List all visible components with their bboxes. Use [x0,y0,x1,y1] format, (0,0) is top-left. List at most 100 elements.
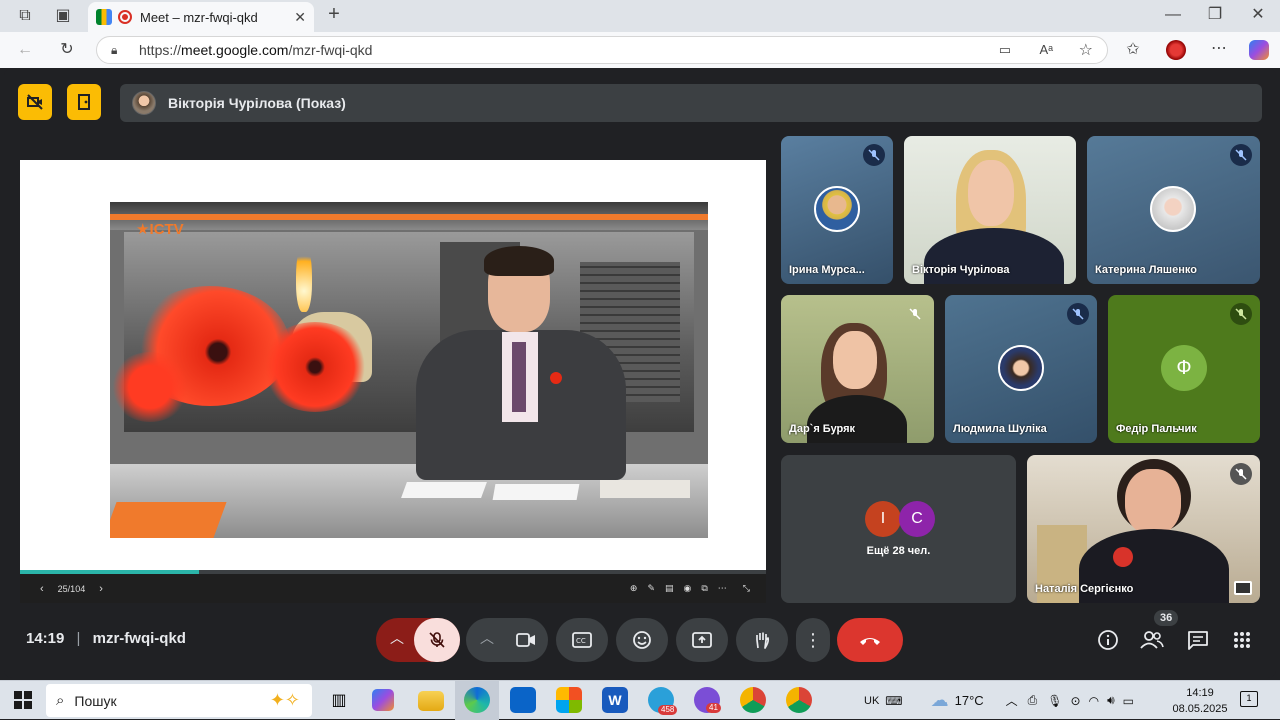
copilot-icon[interactable] [1249,40,1269,60]
read-aloud-icon[interactable]: Aᵃ [1039,42,1053,57]
meet-tray-icon[interactable]: ⎙ [1028,693,1038,708]
more-options-button[interactable]: ⋮ [796,618,830,662]
avatar: C [899,501,935,537]
notifications-button[interactable]: 1 [1240,691,1258,707]
separator: | [76,630,81,647]
tab-actions-icon[interactable]: ▣ [54,8,72,24]
people-button[interactable]: 36 [1140,610,1179,652]
raise-hand-button[interactable] [736,618,788,662]
clock[interactable]: 14:19 08.05.2025 [1172,685,1228,717]
more-people-label: Ещё 28 чел. [866,545,931,557]
audio-icon[interactable]: ◉ [684,583,692,594]
location-icon[interactable]: ⊙ [1071,694,1081,708]
chrome-icon[interactable] [740,687,766,713]
participant-tile[interactable]: Катерина Ляшенко [1087,136,1260,284]
maximize-icon[interactable]: ❐ [1206,7,1224,23]
participant-tile[interactable]: Ф Федір Пальчик [1108,295,1260,443]
camera-site-icon[interactable]: ▭ [999,42,1011,58]
mic-toggle-button[interactable] [414,618,460,662]
keyboard-icon[interactable]: ⌨ [885,694,902,708]
windows-start-icon[interactable] [14,691,32,709]
favorites-icon[interactable]: ✩ [1124,42,1142,58]
activities-button[interactable] [1230,628,1254,652]
more-slide-icon[interactable]: ⋯ [718,583,727,594]
shared-screen[interactable]: ★ICTV [20,160,766,603]
more-participants-tile[interactable]: I C Ещё 28 чел. [781,455,1016,603]
volume-icon[interactable]: 🔊︎ [1107,693,1115,708]
avatar [1150,186,1196,232]
outlook-icon[interactable] [510,687,536,713]
wifi-icon[interactable]: ◠ [1089,694,1099,708]
pip-icon[interactable] [1234,581,1252,595]
exit-room-button[interactable] [67,84,101,120]
door-icon [78,94,90,110]
zoom-icon[interactable]: ⊕ [630,583,638,594]
present-screen-button[interactable] [676,618,728,662]
battery-icon[interactable]: ▭ [1123,694,1134,708]
url-path: /mzr-fwqi-qkd [288,42,373,58]
minimize-icon[interactable]: — [1164,7,1182,23]
close-tab-icon[interactable]: ✕ [294,9,306,26]
mic-off-icon [1230,144,1252,166]
meeting-details-button[interactable] [1096,628,1120,652]
notif-count: 1 [1246,693,1252,703]
camera-icon[interactable] [516,632,536,648]
captions-icon[interactable]: ▤ [665,583,674,594]
workspaces-icon[interactable]: ⧉ [16,8,34,24]
exit-fullscreen-icon[interactable]: ⤡ [743,583,750,594]
task-view-icon[interactable]: ▥ [326,687,352,713]
viber-badge: 41 [706,703,721,713]
meeting-code: mzr-fwqi-qkd [92,630,186,647]
language-indicator[interactable]: UK [864,695,879,707]
microphone-icon[interactable]: 🎙︎ [1047,694,1062,708]
back-icon[interactable]: ← [16,42,34,58]
next-slide-icon[interactable]: › [99,583,103,595]
profile-avatar[interactable] [1166,40,1186,60]
presenter-banner: Вікторія Чурілова (Показ) [120,84,1262,122]
sparkle-icon: ✦✧ [269,690,300,710]
refresh-icon[interactable]: ↻ [58,42,76,58]
participant-tile[interactable]: Вікторія Чурілова [904,136,1076,284]
participant-tile[interactable]: Людмила Шуліка [945,295,1097,443]
apps-grid-icon [1234,632,1250,648]
participant-name: Ірина Мурса... [789,264,865,276]
edge-icon[interactable] [464,687,490,713]
window-icon[interactable]: ⧉ [701,583,707,594]
video-off-icon [27,94,43,110]
star-icon: ★ [136,221,150,238]
url-field[interactable]: 🔒︎ https://meet.google.com/mzr-fwqi-qkd … [96,36,1108,64]
chat-button[interactable] [1186,628,1210,652]
clock-time: 14:19 [1186,687,1214,699]
prev-slide-icon[interactable]: ‹ [40,583,44,595]
reactions-button[interactable] [616,618,668,662]
chrome-profile-icon[interactable] [786,687,812,713]
participant-tile[interactable]: Дар`я Буряк [781,295,934,443]
leave-call-button[interactable] [837,618,903,662]
slide-counter: 25/104 [57,583,86,594]
video-off-button[interactable] [18,84,52,120]
copilot-app-icon[interactable] [372,689,394,711]
favorite-star-icon[interactable]: ☆ [1079,40,1093,60]
captions-button[interactable]: CC [556,618,608,662]
file-explorer-icon[interactable] [418,691,444,711]
mic-off-icon [1067,303,1089,325]
store-icon[interactable] [556,687,582,713]
meeting-time: 14:19 [26,630,65,647]
video-options-button[interactable]: ︿ [466,618,548,662]
audio-options-button[interactable]: ︿ [376,618,460,662]
browser-tab-meet[interactable]: Meet – mzr-fwqi-qkd ✕ [88,2,314,32]
participant-name: Наталія Сергієнко [1035,583,1134,595]
weather-temp[interactable]: 17°C [955,693,984,708]
hang-up-icon [860,638,880,645]
pen-icon[interactable]: ✎ [647,583,655,594]
word-icon[interactable]: W [602,687,628,713]
more-menu-icon[interactable]: ⋯ [1210,41,1228,57]
mic-off-icon [429,632,445,648]
present-icon [692,632,712,648]
participant-tile[interactable]: Ірина Мурса... [781,136,893,284]
chevron-up-icon[interactable]: ︿ [1006,692,1018,709]
close-window-icon[interactable]: ✕ [1249,7,1267,23]
taskbar-search[interactable]: ⌕ Пошук ✦✧ [46,684,312,717]
new-tab-icon[interactable]: + [325,4,343,24]
participant-tile[interactable]: Наталія Сергієнко [1027,455,1260,603]
